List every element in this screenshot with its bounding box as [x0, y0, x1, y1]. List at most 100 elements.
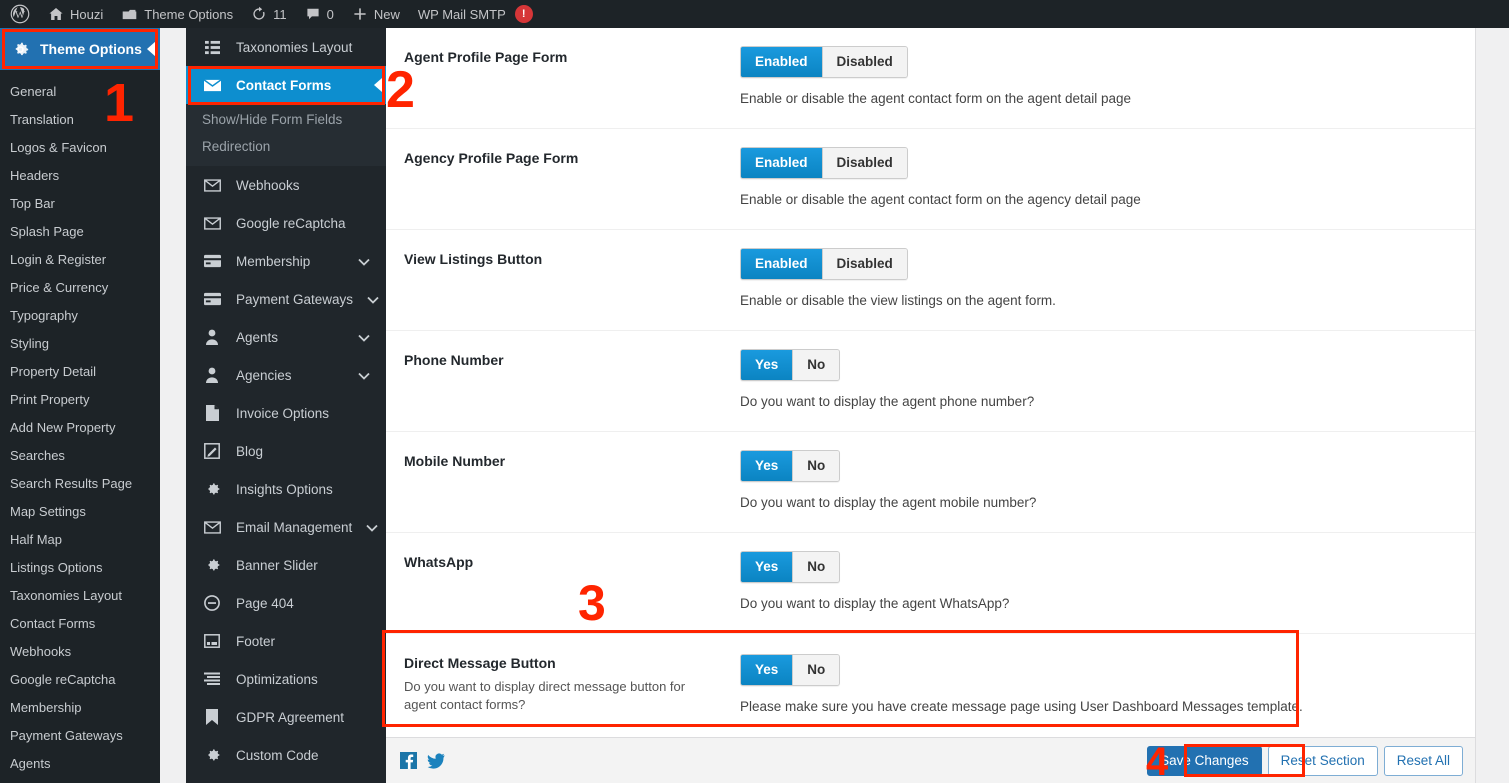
sidebar-item-listings-options[interactable]: Listings Options: [0, 554, 160, 582]
adminbar-item-comments[interactable]: 0: [296, 0, 343, 28]
options-nav-optimizations[interactable]: Optimizations: [186, 660, 386, 698]
gear-icon: [202, 481, 222, 497]
comment-icon: [305, 6, 321, 22]
options-nav-agents[interactable]: Agents: [186, 318, 386, 356]
sidebar-item-membership[interactable]: Membership: [0, 694, 160, 722]
options-nav-membership[interactable]: Membership: [186, 242, 386, 280]
options-nav-invoice-options[interactable]: Invoice Options: [186, 394, 386, 432]
sidebar-item-half-map[interactable]: Half Map: [0, 526, 160, 554]
twitter-icon[interactable]: [427, 752, 445, 769]
sidebar-item-login-register[interactable]: Login & Register: [0, 246, 160, 274]
toggle-option-no[interactable]: No: [792, 655, 840, 685]
options-nav-contact-forms[interactable]: Contact Forms: [186, 66, 386, 104]
sidebar-item-payment-gateways[interactable]: Payment Gateways: [0, 722, 160, 750]
options-nav-taxonomies-layout[interactable]: Taxonomies Layout: [186, 28, 386, 66]
options-nav-payment-gateways[interactable]: Payment Gateways: [186, 280, 386, 318]
options-nav-custom-code[interactable]: Custom Code: [186, 736, 386, 774]
toggle-option-yes[interactable]: Yes: [741, 451, 793, 481]
sidebar-item-taxonomies-layout[interactable]: Taxonomies Layout: [0, 582, 160, 610]
sidebar-item-logos-favicon[interactable]: Logos & Favicon: [0, 134, 160, 162]
sidebar-item-splash-page[interactable]: Splash Page: [0, 218, 160, 246]
reset-all-button[interactable]: Reset All: [1383, 745, 1463, 776]
setting-row-view-listings-button: View Listings Button Enabled Disabled En…: [386, 230, 1475, 331]
toggle-option-no[interactable]: No: [792, 552, 840, 582]
setting-help-text: Enable or disable the view listings on t…: [740, 293, 1056, 308]
options-nav-agencies[interactable]: Agencies: [186, 356, 386, 394]
sidebar-item-print-property[interactable]: Print Property: [0, 386, 160, 414]
toggle-direct-message-button[interactable]: Yes No: [740, 654, 841, 686]
toggle-option-yes[interactable]: Yes: [741, 350, 793, 380]
setting-label-wrap: WhatsApp: [404, 551, 724, 571]
reset-section-button[interactable]: Reset Section: [1267, 745, 1378, 776]
toggle-option-disabled[interactable]: Disabled: [821, 249, 907, 279]
window-icon: [202, 634, 222, 648]
options-nav-webhooks[interactable]: Webhooks: [186, 166, 386, 204]
options-nav-email-management[interactable]: Email Management: [186, 508, 386, 546]
toggle-option-disabled[interactable]: Disabled: [821, 148, 907, 178]
toggle-option-disabled[interactable]: Disabled: [821, 47, 907, 77]
sidebar-item-theme-options[interactable]: Theme Options: [0, 28, 160, 70]
facebook-icon[interactable]: [400, 752, 417, 769]
chevron-left-icon: [374, 78, 382, 92]
setting-row-agent-profile-page-form: Agent Profile Page Form Enabled Disabled…: [386, 28, 1475, 129]
sidebar-item-searches[interactable]: Searches: [0, 442, 160, 470]
options-nav-show-hide-form-fields[interactable]: Show/Hide Form Fields: [186, 106, 386, 133]
options-nav-redirection[interactable]: Redirection: [186, 133, 386, 160]
toggle-option-enabled[interactable]: Enabled: [741, 249, 822, 279]
sidebar-item-typography[interactable]: Typography: [0, 302, 160, 330]
chevron-down-icon: [366, 520, 378, 535]
options-nav-page-404[interactable]: Page 404: [186, 584, 386, 622]
chevron-down-icon: [358, 254, 370, 269]
toggle-option-yes[interactable]: Yes: [741, 655, 793, 685]
sidebar-item-webhooks[interactable]: Webhooks: [0, 638, 160, 666]
sidebar-item-price-currency[interactable]: Price & Currency: [0, 274, 160, 302]
adminbar-item-wordpress[interactable]: W: [0, 0, 39, 28]
sidebar-item-google-recaptcha[interactable]: Google reCaptcha: [0, 666, 160, 694]
sidebar-item-contact-forms[interactable]: Contact Forms: [0, 610, 160, 638]
card-icon: [202, 292, 222, 306]
adminbar-item-wp-mail-smtp[interactable]: WP Mail SMTP !: [409, 0, 542, 28]
gear-icon: [10, 41, 30, 58]
toggle-option-no[interactable]: No: [792, 451, 840, 481]
options-nav-gdpr-agreement[interactable]: GDPR Agreement: [186, 698, 386, 736]
adminbar-item-theme-options[interactable]: Theme Options: [112, 0, 242, 28]
footer-buttons: Save Changes Reset Section Reset All: [1147, 745, 1463, 776]
sidebar-item-headers[interactable]: Headers: [0, 162, 160, 190]
toggle-option-enabled[interactable]: Enabled: [741, 148, 822, 178]
options-nav-footer[interactable]: Footer: [186, 622, 386, 660]
adminbar-item-site[interactable]: Houzi: [39, 0, 112, 28]
options-nav-label: Webhooks: [236, 177, 300, 193]
sidebar-item-general[interactable]: General: [0, 78, 160, 106]
toggle-option-enabled[interactable]: Enabled: [741, 47, 822, 77]
sidebar-item-styling[interactable]: Styling: [0, 330, 160, 358]
page-background-strip: [1477, 28, 1509, 783]
adminbar-item-updates[interactable]: 11: [242, 0, 296, 28]
sidebar-item-search-results-page[interactable]: Search Results Page: [0, 470, 160, 498]
toggle-mobile-number[interactable]: Yes No: [740, 450, 841, 482]
setting-row-agency-profile-page-form: Agency Profile Page Form Enabled Disable…: [386, 129, 1475, 230]
toggle-option-no[interactable]: No: [792, 350, 840, 380]
sidebar-item-translation[interactable]: Translation: [0, 106, 160, 134]
toggle-whatsapp[interactable]: Yes No: [740, 551, 841, 583]
sidebar-item-add-new-property[interactable]: Add New Property: [0, 414, 160, 442]
toggle-agent-profile-page-form[interactable]: Enabled Disabled: [740, 46, 908, 78]
sidebar-item-agents[interactable]: Agents: [0, 750, 160, 778]
adminbar-theme-options-label: Theme Options: [144, 6, 234, 22]
options-nav-google-recaptcha[interactable]: Google reCaptcha: [186, 204, 386, 242]
options-nav-insights-options[interactable]: Insights Options: [186, 470, 386, 508]
options-nav-blog[interactable]: Blog: [186, 432, 386, 470]
toggle-option-yes[interactable]: Yes: [741, 552, 793, 582]
options-nav-label: Custom Code: [236, 747, 319, 763]
toggle-view-listings-button[interactable]: Enabled Disabled: [740, 248, 908, 280]
plus-icon: [352, 6, 368, 22]
setting-control-wrap: Enabled Disabled Enable or disable the a…: [724, 46, 1455, 108]
toggle-agency-profile-page-form[interactable]: Enabled Disabled: [740, 147, 908, 179]
adminbar-item-new[interactable]: New: [343, 0, 409, 28]
sidebar-item-map-settings[interactable]: Map Settings: [0, 498, 160, 526]
annotation-number-2: 2: [386, 61, 415, 119]
sidebar-item-property-detail[interactable]: Property Detail: [0, 358, 160, 386]
toggle-phone-number[interactable]: Yes No: [740, 349, 841, 381]
options-nav-label: Contact Forms: [236, 77, 332, 93]
options-nav-banner-slider[interactable]: Banner Slider: [186, 546, 386, 584]
sidebar-item-top-bar[interactable]: Top Bar: [0, 190, 160, 218]
